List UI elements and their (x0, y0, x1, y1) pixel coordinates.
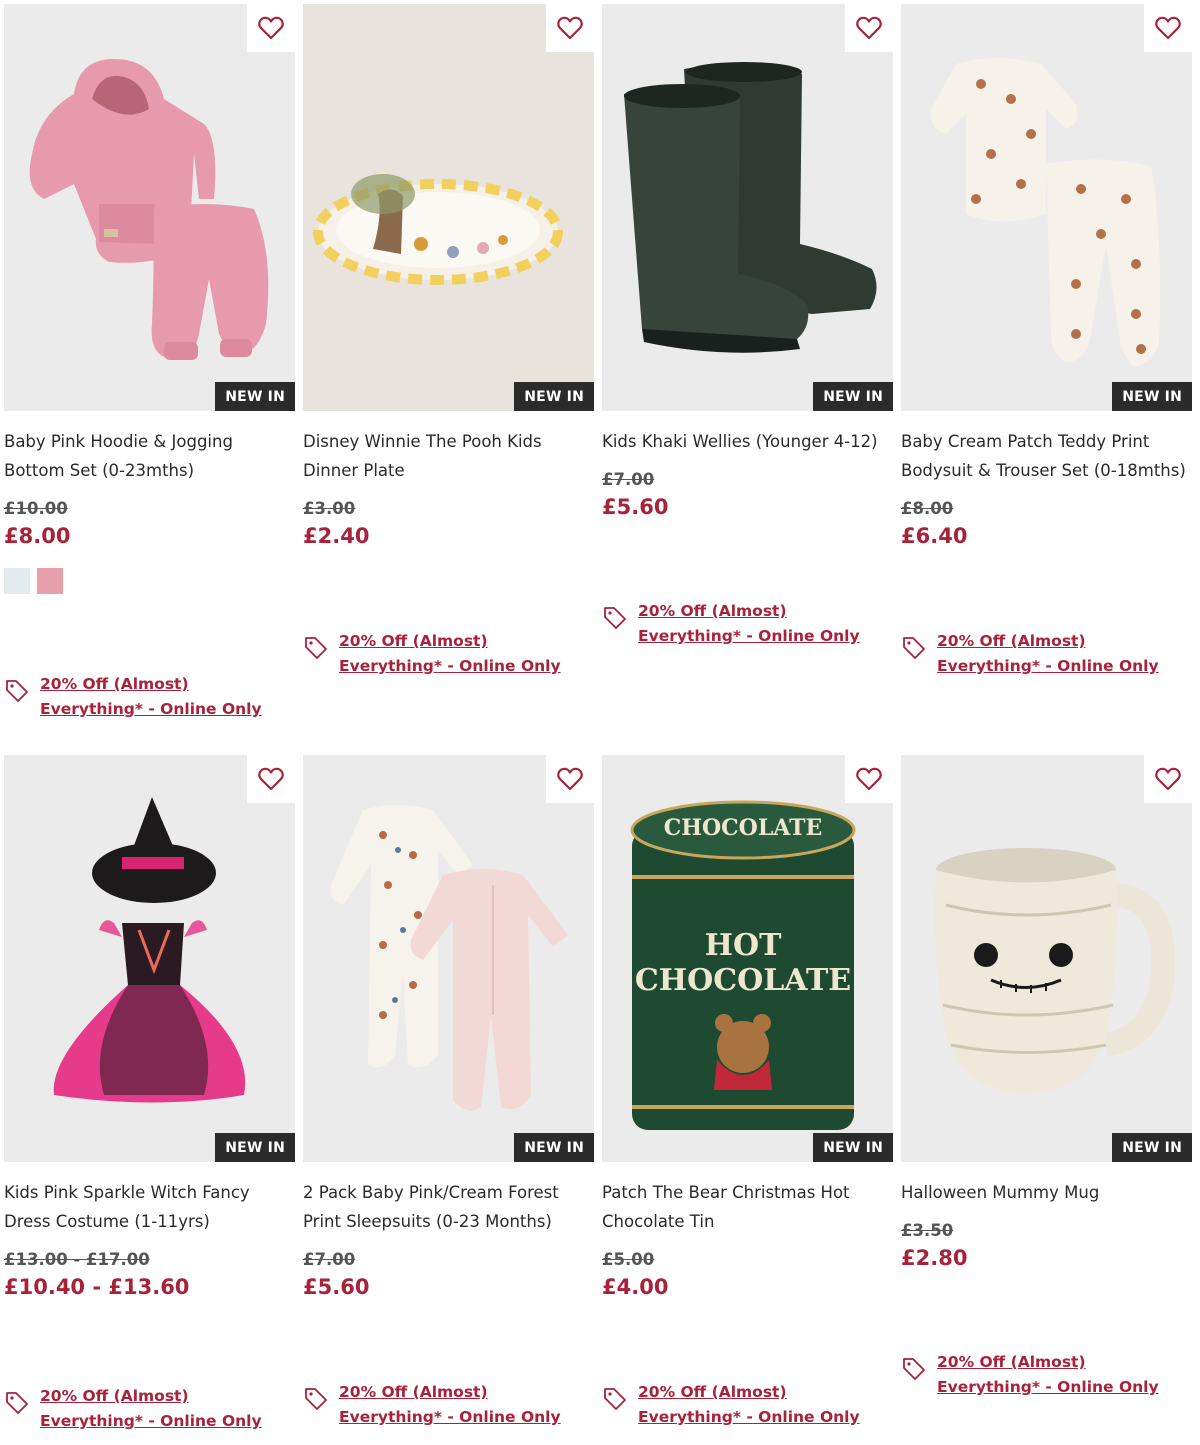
heart-outline-icon (856, 16, 882, 40)
promo-text[interactable]: 20% Off (Almost) Everything* - Online On… (937, 1350, 1177, 1400)
price-tag-icon (901, 1356, 927, 1382)
new-in-badge: NEW IN (1112, 1133, 1192, 1162)
new-in-badge: NEW IN (813, 382, 893, 411)
price-tag-icon (602, 1386, 628, 1412)
price-tag-icon (303, 1386, 329, 1412)
product-image[interactable]: NEW IN (901, 755, 1192, 1162)
current-price: £5.60 (602, 495, 669, 519)
tin-text-chocolate: CHOCOLATE (635, 963, 851, 998)
product-card[interactable]: NEW IN Baby Cream Patch Teddy Print Body… (901, 4, 1192, 725)
promo-link[interactable]: 20% Off (Almost) Everything* - Online On… (602, 599, 878, 649)
product-title[interactable]: Baby Pink Hoodie & Jogging Bottom Set (0… (4, 427, 295, 485)
heart-outline-icon (258, 16, 284, 40)
promo-link[interactable]: 20% Off (Almost) Everything* - Online On… (303, 629, 579, 679)
promo-text[interactable]: 20% Off (Almost) Everything* - Online On… (40, 672, 280, 722)
price-tag-icon (4, 1390, 30, 1416)
was-price: £3.00 (303, 499, 356, 518)
colour-swatches (4, 568, 295, 594)
new-in-badge: NEW IN (215, 382, 295, 411)
new-in-badge: NEW IN (514, 1133, 594, 1162)
product-image[interactable]: CHOCOLATE HOT CHOCOLATE NEW IN (602, 755, 893, 1162)
current-price: £8.00 (4, 524, 71, 548)
heart-outline-icon (557, 16, 583, 40)
promo-link[interactable]: 20% Off (Almost) Everything* - Online On… (602, 1380, 878, 1430)
wishlist-button[interactable] (247, 4, 295, 52)
wishlist-button[interactable] (845, 4, 893, 52)
price-tag-icon (602, 605, 628, 631)
was-price: £8.00 (901, 499, 954, 518)
colour-swatch-light-blue[interactable] (4, 568, 30, 594)
colour-swatch-pink[interactable] (37, 568, 63, 594)
promo-text[interactable]: 20% Off (Almost) Everything* - Online On… (937, 629, 1177, 679)
product-title[interactable]: Disney Winnie The Pooh Kids Dinner Plate (303, 427, 594, 485)
product-card[interactable]: NEW IN Kids Khaki Wellies (Younger 4-12)… (602, 4, 893, 725)
wishlist-button[interactable] (845, 755, 893, 803)
product-image[interactable]: NEW IN (901, 4, 1192, 411)
promo-text[interactable]: 20% Off (Almost) Everything* - Online On… (40, 1384, 280, 1434)
product-card[interactable]: NEW IN Disney Winnie The Pooh Kids Dinne… (303, 4, 594, 725)
was-price: £7.00 (303, 1250, 356, 1269)
was-price: £10.00 (4, 499, 68, 518)
current-price: £4.00 (602, 1275, 669, 1299)
promo-link[interactable]: 20% Off (Almost) Everything* - Online On… (4, 672, 280, 722)
product-card[interactable]: CHOCOLATE HOT CHOCOLATE NEW IN Patch The… (602, 755, 893, 1445)
promo-text[interactable]: 20% Off (Almost) Everything* - Online On… (339, 1380, 579, 1430)
heart-outline-icon (856, 767, 882, 791)
current-price: £10.40 - £13.60 (4, 1275, 190, 1299)
new-in-badge: NEW IN (514, 382, 594, 411)
current-price: £2.40 (303, 524, 370, 548)
tin-text-hot: HOT (705, 928, 782, 963)
heart-outline-icon (258, 767, 284, 791)
promo-text[interactable]: 20% Off (Almost) Everything* - Online On… (339, 629, 579, 679)
current-price: £2.80 (901, 1246, 968, 1270)
promo-link[interactable]: 20% Off (Almost) Everything* - Online On… (901, 629, 1177, 679)
promo-text[interactable]: 20% Off (Almost) Everything* - Online On… (638, 599, 878, 649)
wishlist-button[interactable] (1144, 755, 1192, 803)
new-in-badge: NEW IN (1112, 382, 1192, 411)
product-title[interactable]: Baby Cream Patch Teddy Print Bodysuit & … (901, 427, 1192, 485)
was-price: £13.00 - £17.00 (4, 1250, 150, 1269)
promo-link[interactable]: 20% Off (Almost) Everything* - Online On… (4, 1384, 280, 1434)
product-title[interactable]: Kids Khaki Wellies (Younger 4-12) (602, 427, 893, 456)
product-image[interactable]: NEW IN (303, 4, 594, 411)
product-card[interactable]: NEW IN Baby Pink Hoodie & Jogging Bottom… (4, 4, 295, 725)
heart-outline-icon (557, 767, 583, 791)
product-image[interactable]: NEW IN (303, 755, 594, 1162)
product-title[interactable]: Halloween Mummy Mug (901, 1178, 1192, 1207)
new-in-badge: NEW IN (813, 1133, 893, 1162)
wishlist-button[interactable] (546, 4, 594, 52)
promo-link[interactable]: 20% Off (Almost) Everything* - Online On… (303, 1380, 579, 1430)
price-tag-icon (901, 635, 927, 661)
heart-outline-icon (1155, 16, 1181, 40)
wishlist-button[interactable] (546, 755, 594, 803)
product-title[interactable]: 2 Pack Baby Pink/Cream Forest Print Slee… (303, 1178, 594, 1236)
product-card[interactable]: NEW IN 2 Pack Baby Pink/Cream Forest Pri… (303, 755, 594, 1445)
promo-text[interactable]: 20% Off (Almost) Everything* - Online On… (638, 1380, 878, 1430)
product-title[interactable]: Patch The Bear Christmas Hot Chocolate T… (602, 1178, 893, 1236)
heart-outline-icon (1155, 767, 1181, 791)
was-price: £5.00 (602, 1250, 655, 1269)
price-tag-icon (303, 635, 329, 661)
product-grid: NEW IN Baby Pink Hoodie & Jogging Bottom… (4, 4, 1192, 1445)
product-image[interactable]: NEW IN (4, 755, 295, 1162)
current-price: £6.40 (901, 524, 968, 548)
was-price: £7.00 (602, 470, 655, 489)
product-card[interactable]: NEW IN Halloween Mummy Mug £3.50 £2.80 2… (901, 755, 1192, 1445)
new-in-badge: NEW IN (215, 1133, 295, 1162)
tin-lid-text: CHOCOLATE (664, 815, 823, 841)
product-title[interactable]: Kids Pink Sparkle Witch Fancy Dress Cost… (4, 1178, 295, 1236)
product-image[interactable]: NEW IN (4, 4, 295, 411)
was-price: £3.50 (901, 1221, 954, 1240)
wishlist-button[interactable] (247, 755, 295, 803)
promo-link[interactable]: 20% Off (Almost) Everything* - Online On… (901, 1350, 1177, 1400)
product-image[interactable]: NEW IN (602, 4, 893, 411)
product-card[interactable]: NEW IN Kids Pink Sparkle Witch Fancy Dre… (4, 755, 295, 1445)
price-tag-icon (4, 678, 30, 704)
current-price: £5.60 (303, 1275, 370, 1299)
wishlist-button[interactable] (1144, 4, 1192, 52)
